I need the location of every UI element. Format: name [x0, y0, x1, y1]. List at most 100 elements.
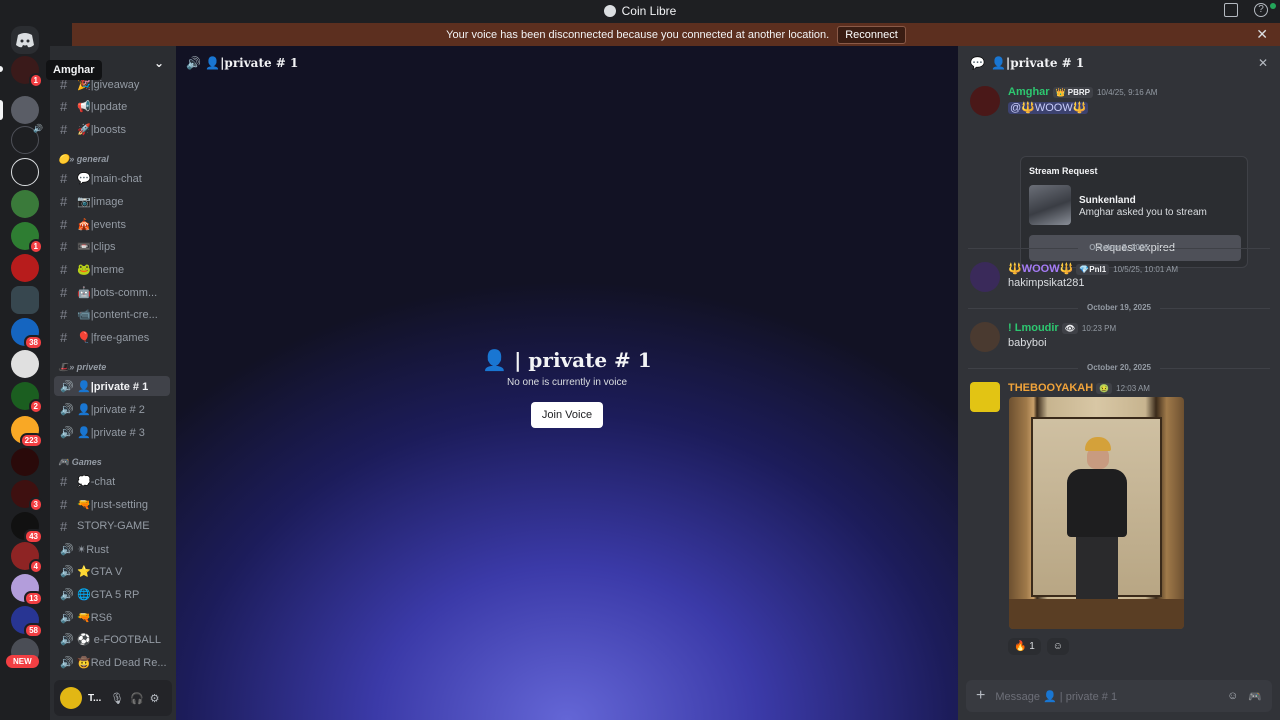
server-icon-5[interactable]: [11, 190, 39, 218]
channel-content-creators[interactable]: # 📹|content-cre...: [54, 304, 170, 324]
voice-disconnected-notice: Your voice has been disconnected because…: [72, 23, 1280, 46]
server-icon-18[interactable]: 58: [11, 606, 43, 638]
voice-channel-private-1[interactable]: 🔊 👤|private # 1: [54, 376, 170, 396]
channel-label: 👤|private # 3: [77, 426, 145, 439]
category-general[interactable]: 🟡» general: [58, 154, 109, 165]
server-icon-amghar[interactable]: 1: [11, 56, 43, 88]
voice-channel-rust[interactable]: 🔊 ✴Rust: [54, 539, 170, 559]
channel-label: ⚽ e-FOOTBALL: [77, 633, 161, 646]
emoji-icon[interactable]: ☺: [1227, 690, 1238, 702]
hash-icon: #: [60, 121, 68, 137]
channel-chat[interactable]: # 💭-chat: [54, 471, 170, 491]
message-composer[interactable]: + Message 👤 | private # 1 ☺ 🎮: [966, 680, 1272, 712]
server-icon-coin-libre[interactable]: [11, 96, 39, 124]
server-tooltip: Amghar: [46, 60, 102, 80]
message-author[interactable]: THEBOOYAKAH 🤢 12:03 AM: [1008, 382, 1150, 394]
avatar[interactable]: [970, 86, 1000, 116]
category-games[interactable]: 🎮 Games: [58, 457, 102, 468]
voice-channel-rs6[interactable]: 🔊 🔫RS6: [54, 607, 170, 627]
server-icon-13[interactable]: [11, 448, 39, 476]
chat-title: 👤|private # 1: [990, 56, 1085, 70]
server-icon-17[interactable]: 13: [11, 574, 43, 606]
close-notice-icon[interactable]: ✕: [1256, 26, 1268, 43]
gear-icon[interactable]: ⚙: [150, 692, 160, 705]
category-privete[interactable]: 🎩» privete: [58, 362, 106, 373]
channel-rust-setting[interactable]: # 🔫|rust-setting: [54, 494, 170, 514]
server-icon-3[interactable]: 🔊: [11, 124, 43, 154]
hash-icon: #: [60, 193, 68, 209]
channel-bots-commands[interactable]: # 🤖|bots-comm...: [54, 282, 170, 302]
voice-channel-e-football[interactable]: 🔊 ⚽ e-FOOTBALL: [54, 629, 170, 649]
person-cap: [1085, 437, 1111, 451]
app-logo-icon: [603, 5, 616, 17]
message-author[interactable]: 🔱WOOW🔱 💎Pnl1 10/5/25, 10:01 AM: [1008, 262, 1178, 275]
channel-clips[interactable]: # 📼|clips: [54, 236, 170, 256]
avatar[interactable]: [60, 687, 82, 709]
user-mention[interactable]: @🔱WOOW🔱: [1008, 102, 1089, 114]
channel-label: 🤖|bots-comm...: [77, 286, 158, 299]
voice-empty-state: 👤 | private # 1 No one is currently in v…: [176, 348, 958, 428]
inbox-icon[interactable]: [1224, 3, 1238, 17]
close-icon[interactable]: ✕: [1258, 56, 1268, 70]
plus-icon[interactable]: +: [976, 687, 985, 705]
author-name: THEBOOYAKAH: [1008, 382, 1094, 394]
server-icon-7[interactable]: [11, 254, 39, 282]
add-reaction-icon[interactable]: ☺: [1046, 638, 1070, 655]
hash-icon: #: [60, 216, 68, 232]
server-icon-12[interactable]: 223: [11, 416, 43, 448]
channel-story-game[interactable]: # STORY-GAME: [54, 516, 170, 536]
channel-label: 💭-chat: [77, 475, 116, 488]
channel-free-games[interactable]: # 🎈|free-games: [54, 327, 170, 347]
author-name: Amghar: [1008, 86, 1050, 98]
channel-meme[interactable]: # 🐸|meme: [54, 259, 170, 279]
floor: [1009, 599, 1184, 629]
hash-icon: #: [60, 238, 68, 254]
author-name: ! Lmoudir: [1008, 322, 1059, 334]
headphones-icon[interactable]: 🎧: [130, 692, 144, 705]
channel-label: 🔫RS6: [77, 611, 113, 624]
server-icon-10[interactable]: [11, 350, 39, 378]
server-icon-4[interactable]: [11, 158, 39, 186]
server-icon-11[interactable]: 2: [11, 382, 43, 414]
channel-update[interactable]: # 📢|update: [54, 96, 170, 116]
server-icon-14[interactable]: 3: [11, 480, 43, 512]
discord-home-icon[interactable]: [11, 26, 39, 54]
server-icon-6[interactable]: 1: [11, 222, 43, 254]
voice-channel-private-3[interactable]: 🔊 👤|private # 3: [54, 422, 170, 442]
date-divider: October 19, 2025: [958, 303, 1280, 312]
message-text: babyboi: [1008, 337, 1047, 349]
speaker-icon: 🔊: [60, 588, 74, 601]
hash-icon: #: [60, 261, 68, 277]
channel-events[interactable]: # 🎪|events: [54, 214, 170, 234]
voice-channel-gta-5-rp[interactable]: 🔊 🌐GTA 5 RP: [54, 584, 170, 604]
message-author[interactable]: ! Lmoudir 👁 10:23 PM: [1008, 322, 1116, 334]
server-icon-8[interactable]: [11, 286, 39, 314]
channel-label: STORY-GAME: [77, 520, 150, 532]
voice-channel-red-dead[interactable]: 🔊 🤠Red Dead Re...: [54, 652, 170, 672]
channel-label: 📹|content-cre...: [77, 308, 158, 321]
date-divider: October 5, 2025: [958, 243, 1280, 252]
server-icon-16[interactable]: 4: [11, 542, 43, 574]
message-input[interactable]: Message 👤 | private # 1: [995, 690, 1217, 703]
server-icon-9[interactable]: 38: [11, 318, 43, 350]
image-attachment[interactable]: [1009, 397, 1184, 629]
avatar[interactable]: [970, 262, 1000, 292]
mention-badge: 1: [28, 73, 43, 88]
help-icon[interactable]: ?: [1254, 3, 1268, 17]
hash-icon: #: [60, 98, 68, 114]
channel-main-chat[interactable]: # 💬|main-chat: [54, 168, 170, 188]
voice-channel-private-2[interactable]: 🔊 👤|private # 2: [54, 399, 170, 419]
join-voice-button[interactable]: Join Voice: [530, 402, 604, 428]
message-author[interactable]: Amghar 👑 PBRP 10/4/25, 9:16 AM: [1008, 86, 1157, 98]
reaction-fire[interactable]: 🔥 1: [1008, 638, 1041, 655]
reconnect-button[interactable]: Reconnect: [837, 25, 906, 44]
channel-image[interactable]: # 📷|image: [54, 191, 170, 211]
avatar[interactable]: [970, 382, 1000, 412]
microphone-icon[interactable]: 🎙: [110, 692, 124, 705]
speaker-icon: 🔊: [60, 656, 74, 669]
voice-channel-gta-v[interactable]: 🔊 ⭐GTA V: [54, 561, 170, 581]
server-icon-15[interactable]: 43: [11, 512, 43, 544]
avatar[interactable]: [970, 322, 1000, 352]
channel-boosts[interactable]: # 🚀|boosts: [54, 119, 170, 139]
gamepad-icon[interactable]: 🎮: [1248, 690, 1262, 703]
